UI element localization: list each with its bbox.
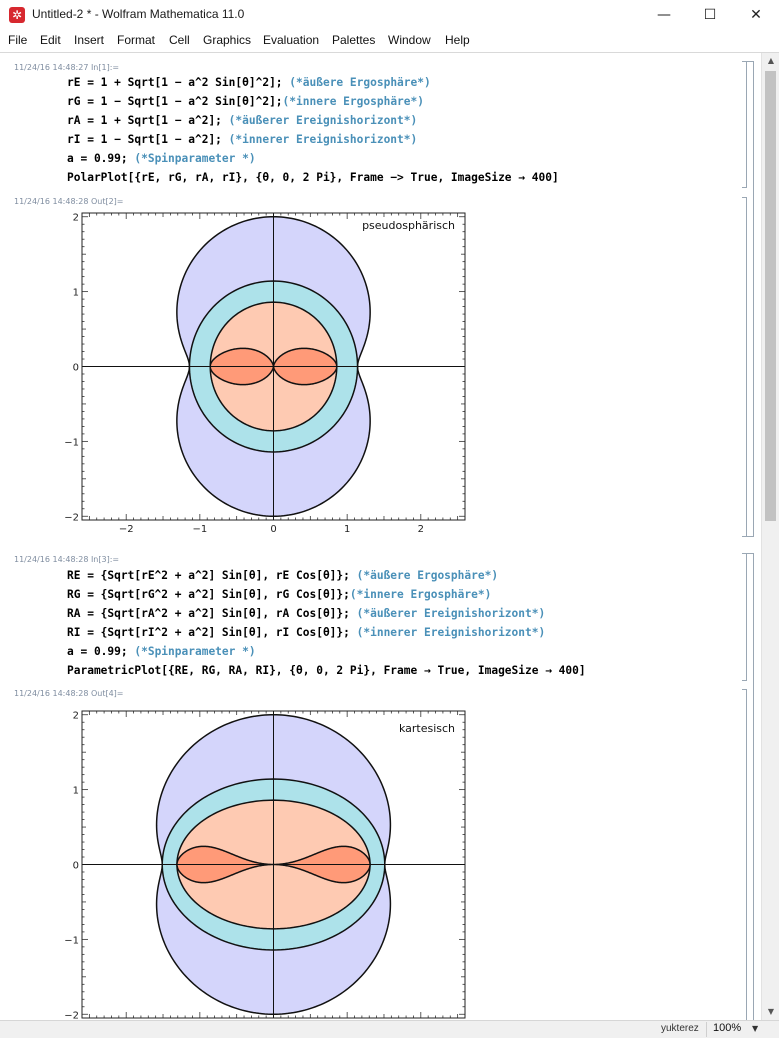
menu-evaluation[interactable]: Evaluation [263, 33, 319, 47]
y-tick-label: −2 [64, 1010, 79, 1020]
x-tick-label: −2 [119, 524, 134, 535]
title-bar: ✲ Untitled-2 * - Wolfram Mathematica 11.… [0, 0, 779, 31]
polar-plot[interactable]: −2 −1 0 1 2 2 1 0 −1 −2 pseudosphärisch [62, 205, 482, 535]
y-tick-label: −2 [64, 512, 79, 523]
code-line[interactable]: a = 0.99; (*Spinparameter *) [67, 645, 256, 658]
menu-insert[interactable]: Insert [74, 33, 104, 47]
status-bar: yukterez 100% ▼ [0, 1020, 779, 1038]
code-text: RE = {Sqrt[rE^2 + a^2] Sin[θ], rE Cos[θ]… [67, 569, 357, 582]
y-tick-label: −1 [64, 935, 79, 946]
menu-palettes[interactable]: Palettes [332, 33, 375, 47]
zoom-dropdown-icon[interactable]: ▼ [752, 1024, 758, 1033]
plot-label: pseudosphärisch [362, 219, 455, 232]
code-text: PolarPlot[{rE, rG, rA, rI}, {θ, 0, 2 Pi}… [67, 171, 559, 184]
input-cell-label: 11/24/16 14:48:27 In[1]:= [14, 63, 120, 72]
menu-edit[interactable]: Edit [40, 33, 61, 47]
y-tick-label: −1 [64, 437, 79, 448]
y-tick-label: 2 [73, 213, 79, 224]
code-text: RG = {Sqrt[rG^2 + a^2] Sin[θ], rG Cos[θ]… [67, 588, 350, 601]
code-comment: (*Spinparameter *) [134, 152, 256, 165]
menu-bar: File Edit Insert Format Cell Graphics Ev… [0, 30, 779, 53]
code-comment: (*äußere Ergosphäre*) [289, 76, 431, 89]
y-tick-label: 0 [73, 363, 79, 374]
y-tick-label: 0 [73, 861, 79, 872]
code-comment: (*innere Ergosphäre*) [282, 95, 424, 108]
code-comment: (*innere Ergosphäre*) [349, 588, 492, 601]
code-text: RA = {Sqrt[rA^2 + a^2] Sin[θ], rA Cos[θ]… [67, 607, 357, 620]
code-line[interactable]: ParametricPlot[{RE, RG, RA, RI}, {θ, 0, … [67, 664, 586, 677]
x-tick-label: 0 [270, 524, 276, 535]
code-text: rI = 1 − Sqrt[1 − a^2]; [67, 133, 229, 146]
code-line[interactable]: rA = 1 + Sqrt[1 − a^2]; (*äußerer Ereign… [67, 114, 417, 127]
code-text: rE = 1 + Sqrt[1 − a^2 Sin[θ]^2]; [67, 76, 290, 89]
code-text: rA = 1 + Sqrt[1 − a^2]; [67, 114, 229, 127]
code-comment: (*Spinparameter *) [134, 645, 256, 658]
code-line[interactable]: RA = {Sqrt[rA^2 + a^2] Sin[θ], rA Cos[θ]… [67, 607, 545, 620]
cell-group-bracket[interactable] [747, 61, 754, 537]
plot-label: kartesisch [399, 722, 455, 735]
zoom-level[interactable]: 100% [706, 1022, 741, 1037]
close-button[interactable]: ✕ [733, 0, 779, 30]
code-text: ParametricPlot[{RE, RG, RA, RI}, {θ, 0, … [67, 664, 586, 677]
vertical-scrollbar[interactable]: ▲ ▼ [761, 53, 779, 1020]
maximize-button[interactable]: ☐ [687, 0, 733, 30]
output-cell-label: 11/24/16 14:48:28 Out[4]= [14, 689, 124, 698]
notebook-area[interactable]: 11/24/16 14:48:27 In[1]:= rE = 1 + Sqrt[… [0, 53, 761, 1020]
code-line[interactable]: RE = {Sqrt[rE^2 + a^2] Sin[θ], rE Cos[θ]… [67, 569, 498, 582]
menu-graphics[interactable]: Graphics [203, 33, 251, 47]
code-line[interactable]: rI = 1 − Sqrt[1 − a^2]; (*innerer Ereign… [67, 133, 417, 146]
code-comment: (*innerer Ereignishorizont*) [356, 626, 546, 639]
scroll-up-icon[interactable]: ▲ [762, 53, 779, 69]
menu-window[interactable]: Window [388, 33, 431, 47]
status-user: yukterez [661, 1023, 699, 1034]
menu-cell[interactable]: Cell [169, 33, 190, 47]
scroll-thumb[interactable] [765, 71, 776, 521]
code-line[interactable]: rE = 1 + Sqrt[1 − a^2 Sin[θ]^2]; (*äußer… [67, 76, 431, 89]
code-comment: (*innerer Ereignishorizont*) [228, 133, 418, 146]
input-cell-label: 11/24/16 14:48:28 In[3]:= [14, 555, 120, 564]
code-line[interactable]: PolarPlot[{rE, rG, rA, rI}, {θ, 0, 2 Pi}… [67, 171, 559, 184]
minimize-button[interactable]: — [641, 0, 687, 30]
code-text: a = 0.99; [67, 152, 135, 165]
code-text: RI = {Sqrt[rI^2 + a^2] Sin[θ], rI Cos[θ]… [67, 626, 357, 639]
code-comment: (*äußerer Ereignishorizont*) [228, 114, 418, 127]
window-title: Untitled-2 * - Wolfram Mathematica 11.0 [32, 7, 245, 21]
x-tick-label: 2 [418, 524, 424, 535]
code-line[interactable]: RI = {Sqrt[rI^2 + a^2] Sin[θ], rI Cos[θ]… [67, 626, 545, 639]
menu-help[interactable]: Help [445, 33, 470, 47]
y-tick-label: 1 [73, 288, 79, 299]
cell-group-bracket[interactable] [747, 553, 754, 1020]
scroll-down-icon[interactable]: ▼ [762, 1004, 779, 1020]
code-comment: (*äußerer Ereignishorizont*) [356, 607, 546, 620]
x-tick-label: 1 [344, 524, 350, 535]
y-tick-label: 2 [73, 711, 79, 722]
code-text: rG = 1 − Sqrt[1 − a^2 Sin[θ]^2]; [67, 95, 283, 108]
code-line[interactable]: a = 0.99; (*Spinparameter *) [67, 152, 256, 165]
code-comment: (*äußere Ergosphäre*) [356, 569, 499, 582]
mathematica-icon: ✲ [9, 7, 25, 23]
code-line[interactable]: rG = 1 − Sqrt[1 − a^2 Sin[θ]^2];(*innere… [67, 95, 424, 108]
menu-format[interactable]: Format [117, 33, 155, 47]
y-tick-label: 1 [73, 786, 79, 797]
code-line[interactable]: RG = {Sqrt[rG^2 + a^2] Sin[θ], rG Cos[θ]… [67, 588, 491, 601]
code-text: a = 0.99; [67, 645, 135, 658]
parametric-plot[interactable]: 2 1 0 −1 −2 kartesisch [62, 703, 482, 1020]
x-tick-label: −1 [192, 524, 207, 535]
menu-file[interactable]: File [8, 33, 27, 47]
